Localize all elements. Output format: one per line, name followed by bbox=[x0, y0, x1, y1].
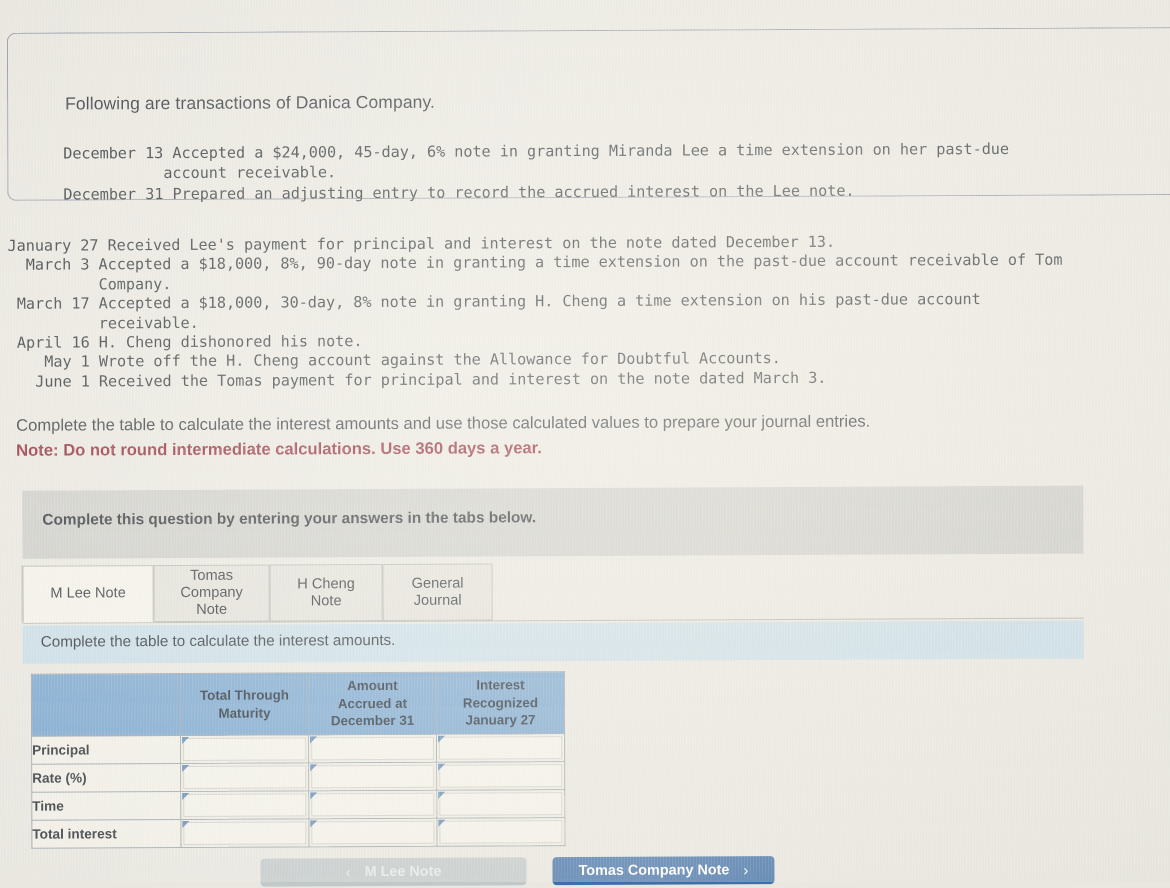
complete-question-banner: Complete this question by entering your … bbox=[22, 485, 1084, 559]
header-line: Interest bbox=[476, 677, 525, 693]
cell-value[interactable] bbox=[439, 792, 563, 816]
input-principal-total-through-maturity[interactable] bbox=[180, 734, 309, 764]
tab-label: H Cheng Note bbox=[297, 575, 355, 609]
tab-tomas-company-note[interactable]: Tomas Company Note bbox=[153, 564, 270, 623]
intro-panel: Following are transactions of Danica Com… bbox=[6, 27, 1170, 203]
tab-m-lee-note[interactable]: M Lee Note bbox=[22, 565, 154, 623]
next-tab-button[interactable]: Tomas Company Note › bbox=[552, 856, 775, 886]
tab-instruction-text: Complete the table to calculate the inte… bbox=[40, 631, 396, 651]
table-row: Total interest bbox=[31, 817, 565, 849]
column-header-interest-recognized-january-27: Interest Recognized January 27 bbox=[436, 671, 565, 735]
tab-label: M Lee Note bbox=[50, 585, 126, 602]
header-line: December 31 bbox=[330, 713, 415, 729]
input-principal-interest-recognized[interactable] bbox=[436, 733, 565, 763]
row-label-principal: Principal bbox=[31, 735, 181, 765]
tab-label: Tomas Company Note bbox=[180, 567, 243, 618]
tab-instruction-bar: Complete the table to calculate the inte… bbox=[22, 620, 1084, 664]
input-rate-interest-recognized[interactable] bbox=[436, 761, 565, 791]
header-line: Accrued at bbox=[337, 695, 408, 711]
cell-value[interactable] bbox=[439, 820, 563, 844]
complete-question-banner-text: Complete this question by entering your … bbox=[42, 509, 537, 529]
header-line: Total Through bbox=[199, 687, 289, 703]
cell-flag-icon bbox=[182, 764, 190, 772]
input-time-interest-recognized[interactable] bbox=[436, 789, 565, 819]
table-header-row: Total Through Maturity Amount Accrued at… bbox=[31, 671, 565, 737]
cell-value[interactable] bbox=[311, 764, 435, 789]
input-time-total-through-maturity[interactable] bbox=[180, 790, 309, 820]
prev-tab-button[interactable]: ‹ M Lee Note bbox=[260, 857, 527, 887]
input-time-amount-accrued[interactable] bbox=[308, 790, 437, 819]
cell-flag-icon bbox=[438, 819, 446, 827]
intro-transaction-list: December 13 Accepted a $24,000, 45-day, … bbox=[63, 139, 1010, 204]
input-rate-amount-accrued[interactable] bbox=[308, 762, 437, 791]
cell-value[interactable] bbox=[311, 736, 435, 761]
input-principal-amount-accrued[interactable] bbox=[308, 734, 437, 763]
row-label-rate: Rate (%) bbox=[31, 763, 181, 793]
cell-flag-icon bbox=[310, 792, 318, 800]
row-label-total-interest: Total interest bbox=[31, 819, 181, 849]
instruction-text: Complete the table to calculate the inte… bbox=[16, 411, 871, 435]
cell-value[interactable] bbox=[311, 820, 435, 845]
table-row: Rate (%) bbox=[31, 761, 565, 793]
intro-title: Following are transactions of Danica Com… bbox=[65, 91, 436, 114]
chevron-right-icon: › bbox=[743, 861, 749, 879]
answer-tabs: M Lee Note Tomas Company Note H Cheng Not… bbox=[22, 560, 1084, 624]
cell-value[interactable] bbox=[439, 764, 563, 788]
cell-flag-icon bbox=[438, 791, 446, 799]
next-tab-label: Tomas Company Note bbox=[578, 862, 730, 880]
tab-h-cheng-note[interactable]: H Cheng Note bbox=[269, 563, 383, 622]
table-corner-cell bbox=[31, 673, 181, 737]
column-header-amount-accrued-december-31: Amount Accrued at December 31 bbox=[308, 672, 437, 735]
cell-flag-icon bbox=[182, 792, 190, 800]
cell-value[interactable] bbox=[183, 737, 307, 761]
table-row: Time bbox=[31, 789, 565, 821]
cell-flag-icon bbox=[438, 735, 446, 743]
tab-label: General Journal bbox=[411, 575, 464, 609]
cell-flag-icon bbox=[310, 764, 318, 772]
chevron-left-icon: ‹ bbox=[345, 863, 351, 881]
cell-value[interactable] bbox=[439, 736, 563, 760]
cell-flag-icon bbox=[182, 736, 190, 744]
row-label-time: Time bbox=[31, 791, 181, 821]
cell-flag-icon bbox=[182, 820, 190, 828]
input-total-interest-total-through-maturity[interactable] bbox=[180, 818, 309, 848]
input-total-interest-interest-recognized[interactable] bbox=[436, 817, 565, 847]
prev-tab-label: M Lee Note bbox=[364, 863, 442, 881]
cell-flag-icon bbox=[310, 736, 318, 744]
table-row: Principal bbox=[31, 733, 565, 765]
interest-calculation-table: Total Through Maturity Amount Accrued at… bbox=[30, 671, 566, 849]
tab-general-journal[interactable]: General Journal bbox=[382, 563, 493, 621]
input-total-interest-amount-accrued[interactable] bbox=[308, 818, 437, 847]
cell-flag-icon bbox=[310, 820, 318, 828]
header-line: January 27 bbox=[465, 712, 536, 728]
cell-value[interactable] bbox=[183, 793, 307, 817]
followup-transaction-list: January 27 Received Lee's payment for pr… bbox=[7, 232, 1063, 391]
header-line: Maturity bbox=[218, 705, 271, 721]
cell-value[interactable] bbox=[311, 792, 435, 817]
cell-flag-icon bbox=[438, 763, 446, 771]
input-rate-total-through-maturity[interactable] bbox=[180, 762, 309, 792]
header-line: Amount bbox=[347, 678, 398, 694]
column-header-total-through-maturity: Total Through Maturity bbox=[180, 672, 309, 736]
cell-value[interactable] bbox=[183, 765, 307, 789]
header-line: Recognized bbox=[462, 694, 539, 711]
instruction-note: Note: Do not round intermediate calculat… bbox=[16, 438, 542, 460]
cell-value[interactable] bbox=[183, 821, 307, 845]
